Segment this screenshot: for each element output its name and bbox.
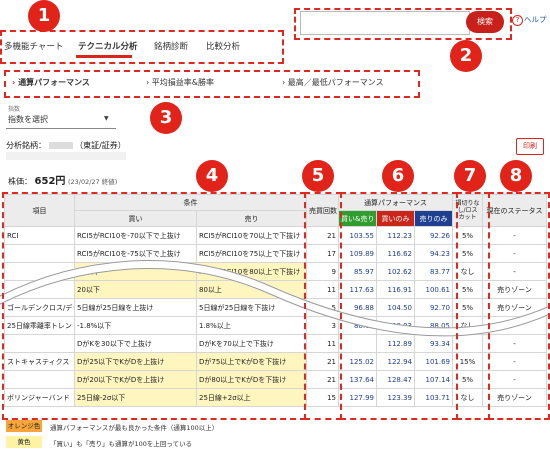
index-select-label: 指数: [8, 106, 21, 113]
legend-orange-text: 通算パフォーマンスが最も良かった条件（通算100以上）: [50, 424, 219, 432]
losscut-frame: [456, 192, 490, 420]
count-frame: [304, 192, 342, 420]
stock-market: （東証/証券）: [75, 141, 126, 150]
badge-5: 5: [302, 160, 334, 192]
subtab-label: 平均損益率&勝率: [151, 78, 214, 87]
select-underline: [6, 128, 116, 129]
badge-1: 1: [28, 0, 60, 32]
subtab-label: 通算パフォーマンス: [18, 78, 90, 87]
badge-4: 4: [196, 160, 228, 192]
price-value: 652円: [34, 176, 66, 187]
redacted-line: [6, 152, 126, 160]
price-date: (23/02/27 終値): [67, 178, 118, 186]
legend-yellow-swatch: 黄色: [6, 436, 42, 448]
help-link[interactable]: ? ヘルプ: [512, 14, 547, 26]
stock-name-row: 分析銘柄： （東証/証券）: [6, 140, 126, 151]
chevron-right-icon: ›: [12, 78, 16, 87]
caret-down-icon[interactable]: ▼: [104, 115, 109, 122]
subtab-average-pl[interactable]: › 平均損益率&勝率: [146, 72, 214, 94]
price-label: 株価：: [8, 177, 32, 186]
print-button[interactable]: 印刷: [516, 138, 544, 155]
badge-3: 3: [150, 102, 182, 134]
badge-7: 7: [454, 160, 486, 192]
legend-yellow-text: 「買い」も「売り」も通算が100を上回っている: [50, 440, 193, 448]
stock-name-label: 分析銘柄：: [6, 141, 46, 150]
subtab-bar: › 通算パフォーマンス › 平均損益率&勝率 › 最高／最低パフォーマンス: [4, 70, 420, 98]
help-label: ヘルプ: [524, 15, 547, 24]
legend-orange-swatch: オレンジ色: [6, 420, 42, 432]
search-highlight-frame: [294, 8, 512, 40]
badge-2: 2: [450, 40, 482, 72]
price-row: 株価： 652円 (23/02/27 終値): [8, 172, 117, 187]
index-select[interactable]: 指数を選択: [8, 114, 48, 125]
redacted-name: [48, 142, 73, 149]
subtab-total-performance[interactable]: › 通算パフォーマンス: [12, 72, 90, 94]
subtab-best-worst[interactable]: › 最高／最低パフォーマンス: [282, 72, 384, 94]
conditions-frame: [2, 192, 306, 420]
help-icon: ?: [512, 15, 523, 26]
badge-6: 6: [382, 160, 414, 192]
performance-frame: [340, 192, 458, 420]
chevron-right-icon: ›: [146, 78, 150, 87]
status-frame: [488, 192, 550, 420]
nav-highlight-frame: [0, 30, 284, 64]
subtab-label: 最高／最低パフォーマンス: [287, 78, 384, 87]
badge-8: 8: [500, 160, 532, 192]
chevron-right-icon: ›: [282, 78, 286, 87]
